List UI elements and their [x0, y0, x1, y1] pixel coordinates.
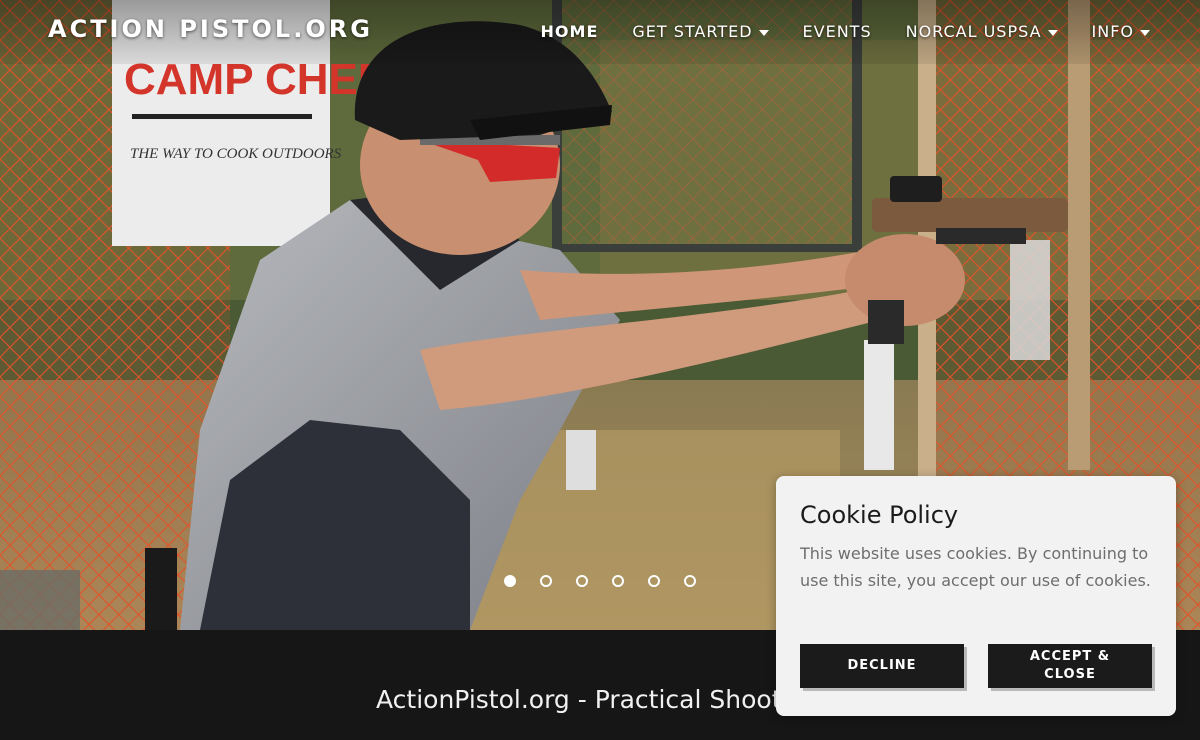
caret-down-icon: [1140, 29, 1150, 36]
nav-item-label: HOME: [540, 22, 599, 41]
nav-item-norcal-uspsa[interactable]: NORCAL USPSA: [906, 22, 1058, 41]
banner-sub-text: THE WAY TO COOK OUTDOORS: [130, 146, 342, 162]
nav-item-label: EVENTS: [802, 22, 872, 41]
nav-menu: HOME GET STARTED EVENTS NORCAL USPSA INF…: [541, 22, 1150, 41]
slide-dot-1[interactable]: [504, 575, 516, 587]
nav-item-home[interactable]: HOME: [541, 22, 599, 41]
cookie-body-text: This website uses cookies. By continuing…: [800, 544, 1151, 590]
site-logo[interactable]: ACTION PISTOL.ORG: [48, 15, 373, 43]
accept-close-button[interactable]: ACCEPT & CLOSE: [988, 644, 1152, 688]
nav-item-label: NORCAL USPSA: [905, 22, 1042, 41]
cookie-policy-popup: Cookie Policy This website uses cookies.…: [776, 476, 1176, 716]
caret-down-icon: [758, 29, 769, 36]
slide-indicators: [504, 575, 696, 587]
slide-dot-5[interactable]: [648, 575, 660, 587]
nav-item-label: INFO: [1091, 22, 1134, 41]
slide-dot-6[interactable]: [684, 575, 696, 587]
site-tagline: ActionPistol.org - Practical Shoot: [376, 685, 782, 714]
slide-dot-3[interactable]: [576, 575, 588, 587]
top-navigation: ACTION PISTOL.ORG HOME GET STARTED EVENT…: [0, 0, 1200, 64]
nav-item-info[interactable]: INFO: [1092, 22, 1150, 41]
slide-dot-2[interactable]: [540, 575, 552, 587]
caret-down-icon: [1047, 29, 1058, 36]
nav-item-label: GET STARTED: [632, 22, 753, 41]
nav-item-get-started[interactable]: GET STARTED: [632, 22, 769, 41]
nav-item-events[interactable]: EVENTS: [803, 22, 872, 41]
slide-dot-4[interactable]: [612, 575, 624, 587]
decline-button[interactable]: DECLINE: [800, 644, 964, 688]
cookie-title: Cookie Policy: [800, 501, 959, 529]
